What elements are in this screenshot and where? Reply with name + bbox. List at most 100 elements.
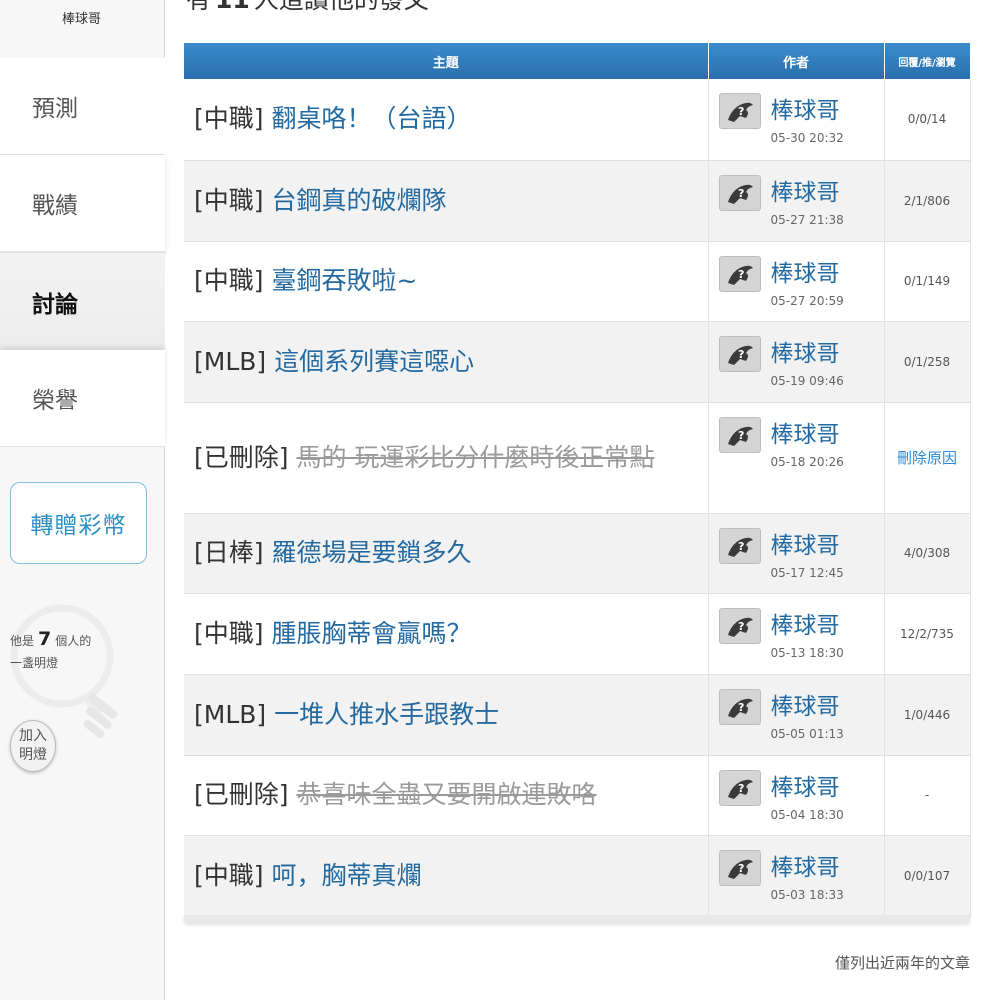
category-tag: [已刪除]	[194, 780, 289, 809]
header-author: 作者	[708, 43, 885, 79]
avatar[interactable]: ?	[718, 255, 761, 292]
svg-text:?: ?	[738, 348, 744, 361]
sidebar-item-honor[interactable]: 榮譽	[0, 350, 165, 447]
join-label-1: 加入	[19, 728, 47, 744]
default-avatar-icon: ?	[727, 426, 753, 446]
svg-text:?: ?	[738, 268, 744, 281]
lamp-line2: 一盞明燈	[10, 656, 59, 670]
post-date: 05-30 20:32	[770, 131, 844, 145]
post-title-link[interactable]: 這個系列賽這噁心	[274, 347, 474, 376]
gift-coins-button[interactable]: 轉贈彩幣	[10, 482, 147, 564]
post-date: 05-18 20:26	[770, 454, 844, 469]
author-name[interactable]: 棒球哥	[771, 254, 840, 288]
author-name[interactable]: 棒球哥	[771, 848, 840, 882]
post-title-link[interactable]: 臺鋼吞敗啦~	[271, 266, 417, 295]
svg-text:?: ?	[738, 429, 744, 442]
category-tag: [日棒]	[194, 538, 264, 567]
default-avatar-icon: ?	[727, 859, 753, 879]
post-stats: 0/0/14	[907, 112, 947, 127]
stats-cell: -	[884, 755, 971, 836]
post-title-link[interactable]: 台鋼真的破爛隊	[271, 186, 446, 215]
post-date: 05-13 18:30	[770, 645, 844, 660]
author-cell: ? 棒球哥 05-18 20:26	[708, 402, 885, 514]
author-cell: ? 棒球哥 05-27 21:38	[708, 160, 885, 242]
post-date: 05-04 18:30	[770, 807, 844, 822]
lamp-prefix: 他是	[10, 634, 35, 648]
author-name[interactable]: 棒球哥	[771, 91, 840, 125]
stats-cell: 2/1/806	[884, 160, 971, 242]
svg-text:?: ?	[738, 187, 744, 200]
avatar[interactable]: ?	[718, 174, 761, 211]
stats-cell: 12/2/735	[884, 593, 971, 675]
sidebar-item-predict[interactable]: 預測	[0, 58, 165, 155]
sidebar-item-label: 榮譽	[32, 388, 78, 414]
avatar[interactable]: ?	[718, 688, 761, 725]
post-stats: 1/0/446	[903, 707, 951, 722]
post-stats: 2/1/806	[903, 193, 951, 208]
avatar[interactable]: ?	[718, 527, 761, 564]
sidebar-item-label: 預測	[32, 96, 78, 122]
post-date: 05-27 20:59	[770, 293, 844, 308]
author-name[interactable]: 棒球哥	[771, 687, 840, 721]
svg-text:?: ?	[738, 620, 744, 633]
post-title-link[interactable]: 一堆人推水手跟教士	[274, 700, 499, 729]
svg-text:?: ?	[738, 105, 744, 118]
post-stats: 0/1/149	[903, 274, 951, 288]
post-title-link[interactable]: 羅德場是要鎖多久	[271, 538, 471, 567]
default-avatar-icon: ?	[727, 265, 753, 285]
author-cell: ? 棒球哥 05-27 20:59	[708, 241, 885, 322]
svg-text:?: ?	[738, 540, 744, 553]
delete-reason-link[interactable]: 刪除原因	[897, 449, 957, 467]
author-name[interactable]: 棒球哥	[771, 415, 840, 449]
avatar[interactable]: ?	[718, 93, 761, 129]
svg-text:?: ?	[738, 862, 744, 875]
join-lamp-button[interactable]: 加入 明燈	[10, 720, 56, 772]
avatar[interactable]: ?	[718, 607, 761, 644]
username[interactable]: 棒球哥	[62, 0, 165, 27]
category-tag: [已刪除]	[194, 442, 289, 472]
user-header: 棒球哥	[0, 0, 165, 58]
footer-note: 僅列出近兩年的文章	[834, 954, 970, 972]
heading-suffix: 人這讀他的發文	[254, 0, 429, 14]
posts-table: 主題 作者 回覆/推/瀏覽 [中職] 翻桌咯！（台語）? 棒球哥 05-30 20:…	[184, 43, 971, 917]
avatar[interactable]: ?	[718, 416, 761, 453]
post-stats: -	[924, 788, 930, 802]
post-title-link[interactable]: 翻桌咯！（台語）	[271, 104, 471, 133]
author-cell: ? 棒球哥 05-19 09:46	[708, 321, 885, 403]
heading-count: 11	[215, 0, 250, 14]
sidebar-item-discussion[interactable]: 討論	[0, 253, 165, 350]
author-name[interactable]: 棒球哥	[771, 606, 840, 640]
stats-cell: 4/0/308	[884, 513, 971, 594]
default-avatar-icon: ?	[727, 698, 753, 718]
avatar[interactable]: ?	[718, 335, 761, 372]
author-name[interactable]: 棒球哥	[771, 173, 840, 207]
header-stats: 回覆/推/瀏覽	[884, 43, 971, 79]
category-tag: [中職]	[194, 618, 264, 648]
author-name[interactable]: 棒球哥	[771, 526, 840, 560]
svg-text:?: ?	[738, 782, 744, 795]
default-avatar-icon: ?	[727, 345, 753, 365]
lamp-text: 他是 7 個人的 一盞明燈	[10, 628, 91, 674]
post-title-deleted: 恭喜味全蟲又要開啟連敗咯	[296, 780, 597, 809]
post-stats: 4/0/308	[903, 546, 951, 560]
stats-cell: 0/0/14	[884, 79, 971, 161]
stats-cell: 0/0/107	[884, 835, 971, 917]
post-date: 05-03 18:33	[770, 887, 844, 902]
post-stats: 0/0/107	[903, 868, 951, 883]
author-cell: ? 棒球哥 05-05 01:13	[708, 674, 885, 756]
subject-cell: [MLB] 這個系列賽這噁心	[184, 321, 709, 403]
author-name[interactable]: 棒球哥	[771, 768, 840, 802]
post-date: 05-05 01:13	[770, 726, 844, 741]
post-title-link[interactable]: 呵，胸蒂真爛	[271, 861, 421, 890]
avatar[interactable]: ?	[718, 849, 761, 886]
author-name[interactable]: 棒球哥	[771, 334, 840, 368]
table-header-row: 主題 作者 回覆/推/瀏覽	[184, 43, 971, 79]
subject-cell: [中職] 台鋼真的破爛隊	[184, 160, 709, 242]
avatar[interactable]: ?	[718, 769, 761, 806]
author-cell: ? 棒球哥 05-04 18:30	[708, 755, 885, 836]
post-title-link[interactable]: 腫脹胸蒂會贏嗎？	[271, 619, 471, 648]
subject-cell: [日棒] 羅德場是要鎖多久	[184, 513, 709, 594]
table-row: [日棒] 羅德場是要鎖多久? 棒球哥 05-17 12:45 4/0/308	[184, 513, 971, 594]
svg-text:?: ?	[738, 701, 744, 714]
sidebar-item-record[interactable]: 戰績	[0, 155, 165, 252]
